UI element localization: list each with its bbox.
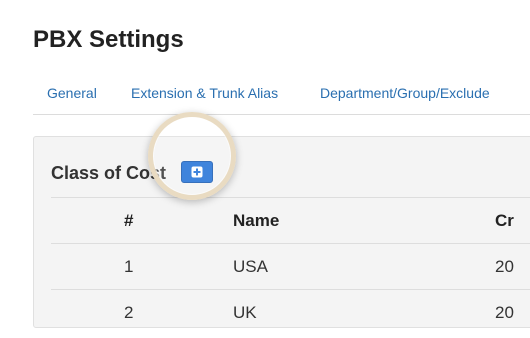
row-created: 20 [495,256,514,276]
plus-square-icon [191,166,203,178]
table-header-row: # Name Cr [51,197,530,243]
row-number: 1 [124,256,134,276]
row-number: 2 [124,302,134,322]
add-class-of-cost-button[interactable] [181,161,213,183]
column-header-name[interactable]: Name [233,211,279,231]
table-row[interactable]: 1 USA 20 [51,243,530,289]
column-header-created[interactable]: Cr [495,211,514,231]
row-name: USA [233,256,268,276]
settings-tabs: General Extension & Trunk Alias Departme… [33,76,530,115]
column-header-number[interactable]: # [124,211,133,231]
row-created: 20 [495,302,514,322]
table-row[interactable]: 2 UK 20 [51,289,530,335]
pbx-settings-page: PBX Settings General Extension & Trunk A… [0,0,530,338]
class-of-cost-table: # Name Cr 1 USA 20 2 UK 20 [51,197,530,335]
page-title: PBX Settings [33,26,184,53]
tab-department-group-exclude[interactable]: Department/Group/Exclude [320,85,490,101]
panel-title: Class of Cost [51,163,167,183]
tab-extension-trunk-alias[interactable]: Extension & Trunk Alias [131,85,278,101]
class-of-cost-panel: Class of Cost # Name Cr 1 USA 20 2 UK 20 [33,136,530,328]
tab-general[interactable]: General [47,85,97,101]
row-name: UK [233,302,257,322]
